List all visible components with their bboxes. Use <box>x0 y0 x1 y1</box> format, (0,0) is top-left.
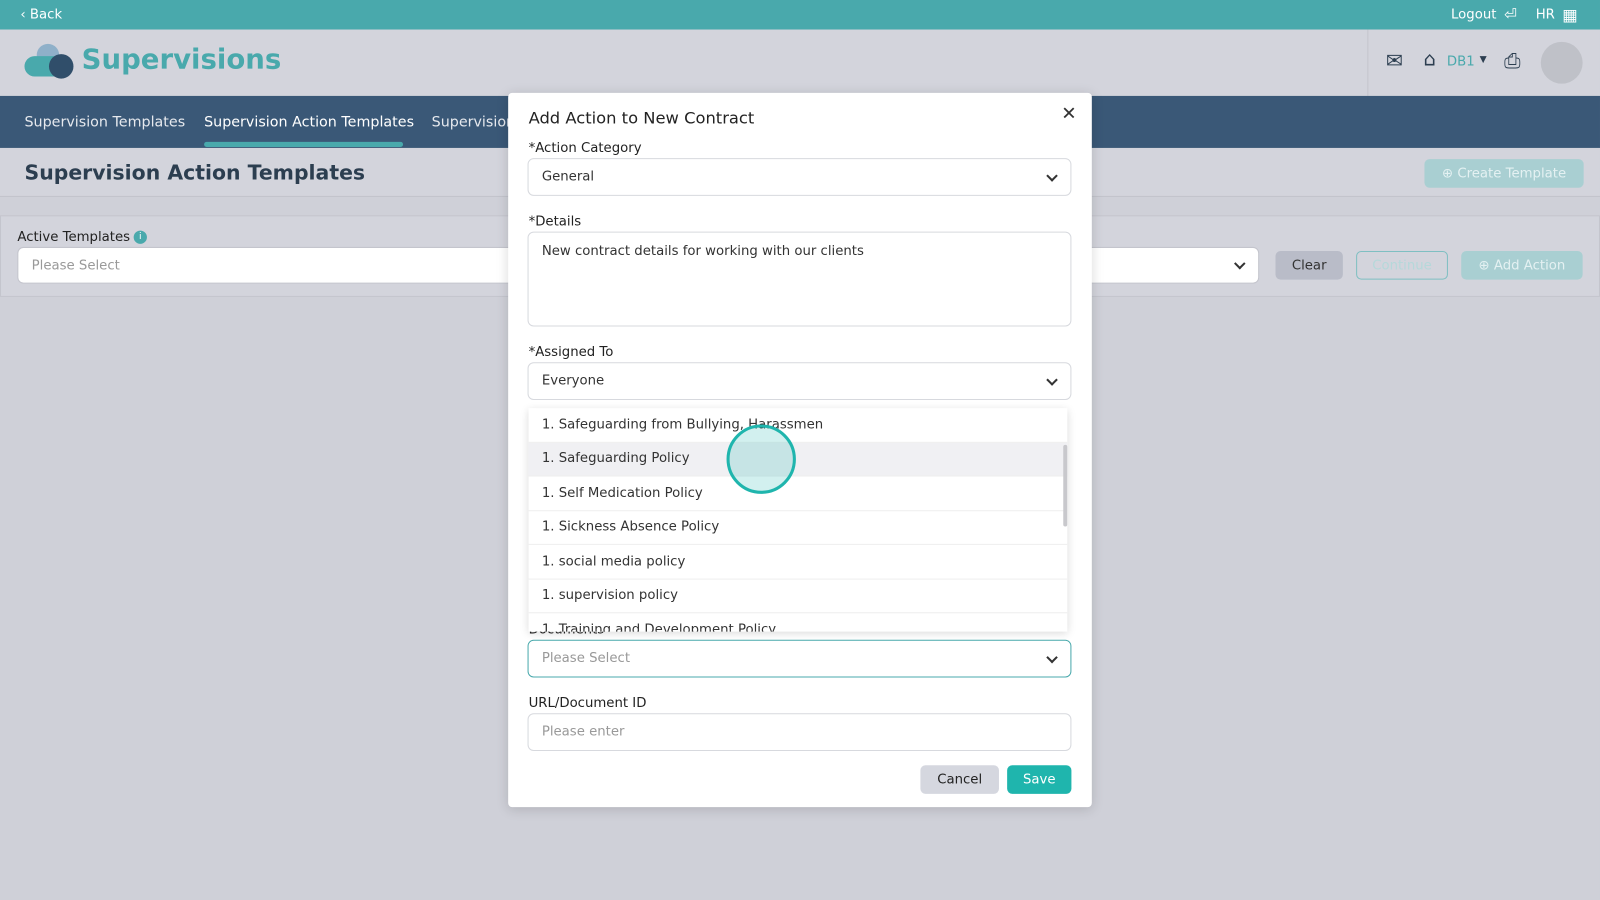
logout-link[interactable]: Logout <box>1451 7 1496 22</box>
caret-down-icon[interactable]: ▼ <box>1480 55 1487 65</box>
location-select[interactable]: DB1 <box>1447 54 1475 69</box>
chevron-down-icon <box>1046 373 1058 386</box>
page-title: Supervision Action Templates <box>24 160 366 185</box>
url-placeholder: Please enter <box>541 724 625 740</box>
mail-icon[interactable]: ✉ <box>1386 48 1403 72</box>
close-icon[interactable]: ✕ <box>1061 103 1076 124</box>
chevron-down-icon <box>1046 169 1058 182</box>
active-templates-label: Active Templates <box>17 229 131 245</box>
assigned-value: Everyone <box>541 373 605 389</box>
dropdown-option[interactable]: 1. social media policy <box>528 545 1068 580</box>
add-action-button[interactable]: ⊕ Add Action <box>1461 251 1583 280</box>
documents-placeholder: Please Select <box>541 651 631 667</box>
assigned-select[interactable]: Everyone <box>527 362 1072 400</box>
create-template-button[interactable]: ⊕ Create Template <box>1424 159 1584 188</box>
url-label: URL/Document ID <box>528 695 647 712</box>
app-title: Supervisions <box>81 43 282 76</box>
category-label: *Action Category <box>528 140 642 157</box>
dropdown-option[interactable]: 1. Safeguarding from Bullying, Harassmen <box>528 408 1068 443</box>
scrollbar[interactable] <box>1063 444 1068 527</box>
url-input[interactable]: Please enter <box>527 713 1072 752</box>
info-icon[interactable]: i <box>133 230 147 244</box>
placeholder: Please Select <box>31 257 120 273</box>
header: Supervisions ✉ ⌂ DB1 ▼ ⎙ <box>0 29 1600 96</box>
print-icon[interactable]: ⎙ <box>1504 48 1520 72</box>
apps-grid-icon[interactable]: ▦ <box>1562 5 1577 24</box>
dropdown-option[interactable]: 1. Sickness Absence Policy <box>528 511 1068 545</box>
category-select[interactable]: General <box>527 158 1072 196</box>
details-label: *Details <box>528 214 582 230</box>
assigned-label: *Assigned To <box>528 344 614 361</box>
top-bar: ‹ Back Logout ⏎ HR ▦ <box>0 0 1600 30</box>
category-value: General <box>541 169 595 185</box>
plus-circle-icon: ⊕ <box>1441 165 1458 182</box>
tab-supervision[interactable]: Supervision <box>432 114 515 130</box>
clear-button[interactable]: Clear <box>1275 251 1343 280</box>
tab-supervision-templates[interactable]: Supervision Templates <box>24 114 185 130</box>
logout-icon[interactable]: ⏎ <box>1504 5 1517 23</box>
dropdown-option[interactable]: 1. Safeguarding Policy <box>528 442 1068 477</box>
create-template-label: Create Template <box>1457 165 1567 182</box>
save-button[interactable]: Save <box>1007 765 1072 794</box>
logo-icon <box>24 43 74 81</box>
add-action-label: Add Action <box>1493 257 1566 273</box>
documents-select[interactable]: Please Select <box>527 639 1072 678</box>
modal-title: Add Action to New Contract <box>528 108 755 128</box>
dropdown-option[interactable]: 1. Training and Development Policy <box>529 613 1068 631</box>
plus-circle-icon: ⊕ <box>1478 257 1494 273</box>
back-link[interactable]: ‹ Back <box>20 7 62 22</box>
dropdown-option[interactable]: 1. supervision policy <box>528 579 1068 614</box>
cancel-button[interactable]: Cancel <box>920 765 999 794</box>
tab-supervision-action-templates[interactable]: Supervision Action Templates <box>204 114 414 130</box>
user-role: HR <box>1535 7 1555 23</box>
cursor-highlight <box>726 424 796 494</box>
continue-button[interactable]: Continue <box>1356 251 1448 280</box>
details-value: New contract details for working with ou… <box>541 243 864 260</box>
chevron-down-icon <box>1046 651 1058 663</box>
documents-dropdown: 1. Safeguarding from Bullying, Harassmen… <box>528 408 1068 632</box>
details-textarea[interactable]: New contract details for working with ou… <box>527 231 1072 327</box>
dropdown-option[interactable]: 1. Self Medication Policy <box>528 477 1068 511</box>
avatar[interactable] <box>1540 41 1583 84</box>
home-icon[interactable]: ⌂ <box>1423 48 1435 70</box>
